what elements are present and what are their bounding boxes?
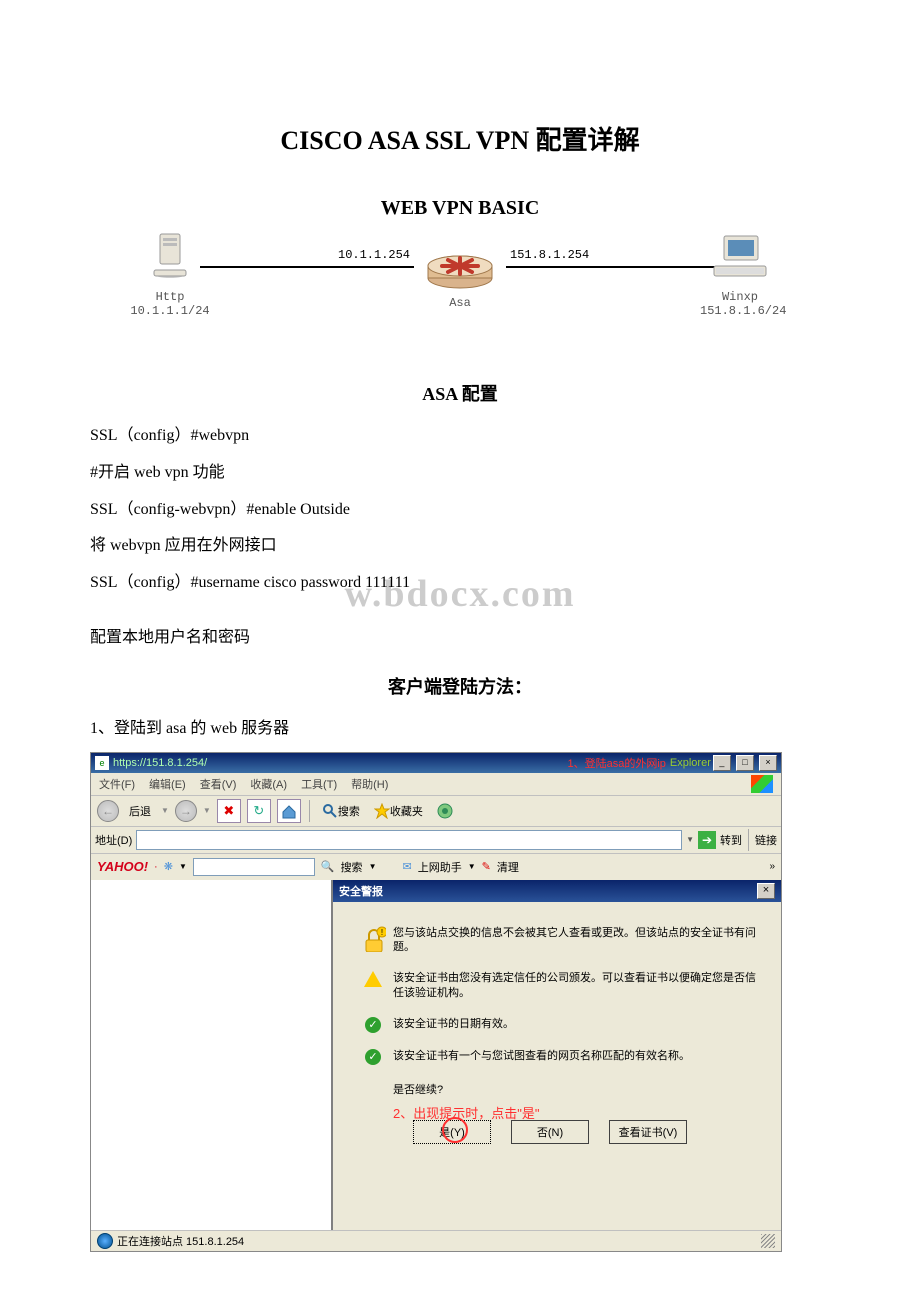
dialog-close-button[interactable]: × bbox=[757, 883, 775, 899]
dialog-question: 是否继续? bbox=[393, 1081, 761, 1097]
window-titlebar: e https://151.8.1.254/ 1、登陆asa的外网ip Expl… bbox=[91, 753, 781, 773]
menu-file[interactable]: 文件(F) bbox=[99, 776, 135, 792]
network-diagram: Http 10.1.1.1/24 10.1.1.254 Asa 151.8.1.… bbox=[90, 230, 830, 360]
client-heading: 客户端登陆方法： bbox=[90, 673, 830, 699]
section-heading: WEB VPN BASIC bbox=[90, 197, 830, 220]
yahoo-helper[interactable]: 上网助手 bbox=[418, 859, 462, 875]
config-line: SSL（config）#username cisco password 1111… bbox=[90, 569, 830, 598]
config-line: 配置本地用户名和密码 bbox=[90, 624, 830, 653]
address-label: 地址(D) bbox=[95, 832, 132, 848]
back-button[interactable]: ← bbox=[97, 800, 119, 822]
stop-button[interactable]: ✖ bbox=[217, 799, 241, 823]
no-button[interactable]: 否(N) bbox=[511, 1120, 589, 1144]
yes-button[interactable]: 是(Y) bbox=[413, 1120, 491, 1144]
yahoo-logo: YAHOO! bbox=[97, 859, 148, 874]
server-node: Http 10.1.1.1/24 bbox=[130, 230, 210, 318]
link-line-2 bbox=[506, 266, 716, 268]
security-alert-dialog: 安全警报 × ! 您与该站点交换的信息不会被其它人查看或更改。但该站点的安全证书… bbox=[331, 880, 781, 1230]
dialog-msg-3: 该安全证书的日期有效。 bbox=[393, 1017, 761, 1033]
asa-label: Asa bbox=[410, 296, 510, 310]
menu-edit[interactable]: 编辑(E) bbox=[149, 776, 186, 792]
menu-fav[interactable]: 收藏(A) bbox=[250, 776, 287, 792]
check-icon: ✓ bbox=[365, 1017, 381, 1033]
home-icon bbox=[281, 803, 297, 819]
yahoo-search-label[interactable]: 搜索 bbox=[341, 859, 363, 875]
resize-grip bbox=[761, 1234, 775, 1248]
step-label: 1、登陆到 asa 的 web 服务器 bbox=[90, 715, 830, 744]
link-ip-left: 10.1.1.254 bbox=[338, 248, 410, 262]
menu-view[interactable]: 查看(V) bbox=[200, 776, 237, 792]
refresh-button[interactable]: ↻ bbox=[247, 799, 271, 823]
media-button[interactable] bbox=[433, 800, 459, 822]
config-line: SSL（config-webvpn）#enable Outside bbox=[90, 496, 830, 525]
yahoo-clean[interactable]: 清理 bbox=[497, 859, 519, 875]
dialog-title: 安全警报 bbox=[339, 883, 383, 899]
menu-tool[interactable]: 工具(T) bbox=[301, 776, 337, 792]
toolbar: ← 后退 ▼ → ▼ ✖ ↻ 搜索 收藏夹 bbox=[91, 796, 781, 827]
back-label[interactable]: 后退 bbox=[125, 800, 155, 822]
yahoo-toolbar: YAHOO! · ❋ ▼ 🔍 搜索 ▼ ✉ 上网助手 ▼ ✎ 清理 » bbox=[91, 854, 781, 880]
address-input[interactable] bbox=[136, 830, 682, 850]
pc-ip: 151.8.1.6/24 bbox=[700, 304, 780, 318]
windows-flag-icon bbox=[751, 775, 773, 793]
dialog-msg-1: 您与该站点交换的信息不会被其它人查看或更改。但该站点的安全证书有问题。 bbox=[393, 926, 761, 956]
window-title-url: https://151.8.1.254/ bbox=[113, 757, 563, 769]
annotation-circle bbox=[442, 1117, 468, 1143]
config-line: 将 webvpn 应用在外网接口 bbox=[90, 532, 830, 561]
address-bar: 地址(D) ▼ ➔ 转到 链接 bbox=[91, 827, 781, 854]
config-line: SSL（config）#webvpn bbox=[90, 422, 830, 451]
menu-bar: 文件(F) 编辑(E) 查看(V) 收藏(A) 工具(T) 帮助(H) bbox=[91, 773, 781, 796]
yahoo-search-icon[interactable]: 🔍 bbox=[321, 860, 335, 873]
status-bar: 正在连接站点 151.8.1.254 bbox=[91, 1230, 781, 1251]
home-button[interactable] bbox=[277, 799, 301, 823]
view-cert-button[interactable]: 查看证书(V) bbox=[609, 1120, 687, 1144]
link-ip-right: 151.8.1.254 bbox=[510, 248, 589, 262]
search-icon bbox=[322, 803, 338, 819]
go-button[interactable]: ➔ bbox=[698, 831, 716, 849]
server-ip: 10.1.1.1/24 bbox=[130, 304, 210, 318]
svg-text:!: ! bbox=[381, 928, 383, 937]
asa-config-heading: ASA 配置 bbox=[90, 380, 830, 406]
server-icon bbox=[148, 230, 192, 286]
forward-button[interactable]: → bbox=[175, 800, 197, 822]
firewall-icon bbox=[420, 236, 500, 292]
media-icon bbox=[437, 803, 455, 819]
page-title: CISCO ASA SSL VPN 配置详解 bbox=[90, 120, 830, 157]
pc-label: Winxp bbox=[700, 290, 780, 304]
annotation-1: 1、登陆asa的外网ip bbox=[567, 755, 665, 771]
go-label: 转到 bbox=[720, 832, 742, 848]
helper-icon[interactable]: ✉ bbox=[402, 860, 411, 873]
menu-help[interactable]: 帮助(H) bbox=[351, 776, 388, 792]
pc-node: Winxp 151.8.1.6/24 bbox=[700, 230, 780, 318]
asa-node: Asa bbox=[410, 230, 510, 310]
globe-icon bbox=[97, 1233, 113, 1249]
check-icon: ✓ bbox=[365, 1049, 381, 1065]
ie-icon: e bbox=[95, 756, 109, 770]
browser-screenshot: e https://151.8.1.254/ 1、登陆asa的外网ip Expl… bbox=[90, 752, 782, 1252]
search-button[interactable]: 搜索 bbox=[318, 800, 364, 822]
lock-warning-icon: ! bbox=[360, 926, 386, 952]
favorites-button[interactable]: 收藏夹 bbox=[370, 800, 427, 822]
yahoo-settings-icon[interactable]: ❋ bbox=[164, 860, 173, 873]
status-text: 正在连接站点 151.8.1.254 bbox=[117, 1233, 244, 1249]
star-icon bbox=[374, 803, 390, 819]
computer-icon bbox=[710, 230, 770, 286]
links-label[interactable]: 链接 bbox=[755, 832, 777, 848]
config-line: #开启 web vpn 功能 bbox=[90, 459, 830, 488]
clean-icon[interactable]: ✎ bbox=[482, 860, 491, 873]
dialog-msg-4: 该安全证书有一个与您试图查看的网页名称匹配的有效名称。 bbox=[393, 1049, 761, 1065]
dialog-titlebar: 安全警报 × bbox=[333, 880, 781, 902]
server-label: Http bbox=[130, 290, 210, 304]
dialog-msg-2: 该安全证书由您没有选定信任的公司颁发。可以查看证书以便确定您是否信任该验证机构。 bbox=[393, 971, 761, 1001]
link-line-1 bbox=[200, 266, 414, 268]
minimize-button[interactable]: _ bbox=[713, 755, 731, 771]
warning-icon bbox=[364, 971, 382, 987]
maximize-button[interactable]: □ bbox=[736, 755, 754, 771]
window-title-tail: Explorer bbox=[670, 757, 711, 769]
close-button[interactable]: × bbox=[759, 755, 777, 771]
yahoo-search-input[interactable] bbox=[193, 858, 315, 876]
